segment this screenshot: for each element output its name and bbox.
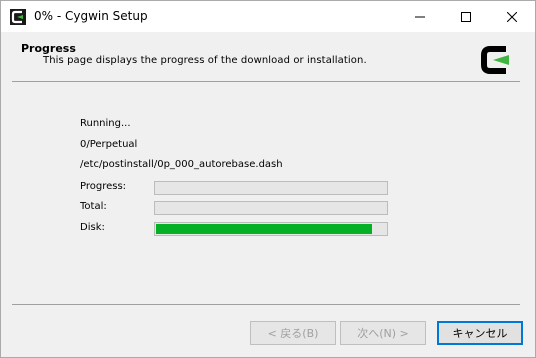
header-divider (12, 81, 520, 82)
status-text: Running... (80, 118, 131, 129)
next-button[interactable]: 次へ(N) > (340, 321, 426, 345)
total-label: Total: (80, 201, 107, 212)
progress-label: Progress: (80, 181, 127, 192)
maximize-button[interactable] (443, 1, 489, 32)
cygwin-logo-icon (479, 43, 513, 77)
cancel-button[interactable]: キャンセル (437, 321, 523, 345)
title-bar[interactable]: 0% - Cygwin Setup (1, 1, 535, 32)
window-title: 0% - Cygwin Setup (34, 9, 148, 23)
cygwin-icon (10, 9, 26, 25)
minimize-button[interactable] (397, 1, 443, 32)
package-text: 0/Perpetual (80, 139, 138, 150)
page-title: Progress (21, 42, 76, 55)
back-button[interactable]: < 戻る(B) (250, 321, 336, 345)
footer-divider (12, 304, 520, 305)
maximize-icon (461, 11, 471, 22)
setup-window: 0% - Cygwin Setup Progress This page dis… (0, 0, 536, 358)
disk-progress-bar-fill (156, 224, 372, 234)
close-button[interactable] (489, 1, 535, 32)
page-subtitle: This page displays the progress of the d… (43, 55, 367, 66)
progress-bar (154, 181, 388, 195)
page-header: Progress This page displays the progress… (1, 32, 535, 82)
total-progress-bar (154, 201, 388, 215)
disk-progress-bar (154, 222, 388, 236)
disk-label: Disk: (80, 222, 105, 233)
file-text: /etc/postinstall/0p_000_autorebase.dash (80, 159, 283, 170)
minimize-icon (415, 16, 425, 17)
close-icon (507, 11, 517, 22)
